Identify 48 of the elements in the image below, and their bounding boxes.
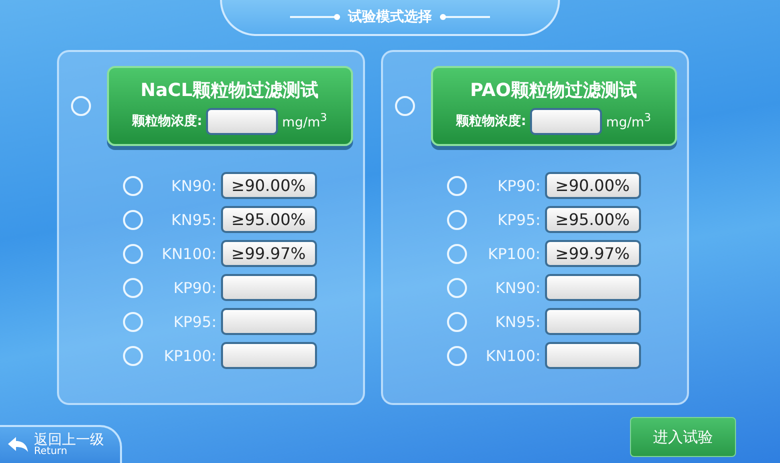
radio-button[interactable] [122, 176, 142, 196]
radio-button[interactable] [446, 312, 466, 332]
standard-label: KN100: [484, 346, 542, 364]
standard-label: KN90: [494, 278, 542, 296]
radio-button[interactable] [446, 278, 466, 298]
radio-button[interactable] [122, 278, 142, 298]
threshold-field[interactable] [220, 308, 316, 335]
standard-label: KP100: [162, 346, 218, 364]
radio-button[interactable] [122, 244, 142, 264]
radio-button[interactable] [122, 210, 142, 230]
radio-button[interactable] [70, 96, 90, 116]
threshold-field[interactable] [544, 308, 640, 335]
standard-label: KP100: [486, 244, 542, 262]
back-arrow-icon [8, 437, 28, 453]
radio-button[interactable] [122, 312, 142, 332]
radio-button[interactable] [446, 346, 466, 366]
radio-button[interactable] [394, 96, 414, 116]
standard-label: KN95: [494, 312, 542, 330]
standard-label: KN95: [170, 210, 218, 228]
threshold-field[interactable] [544, 342, 640, 369]
threshold-field[interactable]: ≥95.00% [544, 206, 640, 233]
threshold-field[interactable] [544, 274, 640, 301]
threshold-field[interactable]: ≥95.00% [220, 206, 316, 233]
standard-label: KN100: [160, 244, 218, 262]
test-title: PAO颗粒物过滤测试 [470, 78, 637, 102]
concentration-label: 颗粒物浓度: [132, 112, 202, 130]
radio-button[interactable] [446, 210, 466, 230]
unit-label: mg/m$^{3}$ [606, 111, 652, 131]
concentration-field[interactable] [206, 108, 278, 134]
standard-label: KP90: [172, 278, 218, 296]
radio-button[interactable] [446, 244, 466, 264]
threshold-field[interactable]: ≥99.97% [544, 240, 640, 267]
concentration-label: 颗粒物浓度: [456, 112, 526, 130]
threshold-field[interactable] [220, 274, 316, 301]
standard-label: KN90: [170, 176, 218, 194]
standard-label: KP95: [172, 312, 218, 330]
threshold-field[interactable] [220, 342, 316, 369]
radio-button[interactable] [122, 346, 142, 366]
test-title: NaCL颗粒物过滤测试 [140, 78, 318, 102]
standard-label: KP95: [496, 210, 542, 228]
radio-button[interactable] [446, 176, 466, 196]
threshold-field[interactable]: ≥99.97% [220, 240, 316, 267]
screen-title: 试验模式选择 [348, 8, 432, 26]
threshold-field[interactable]: ≥90.00% [544, 172, 640, 199]
threshold-field[interactable]: ≥90.00% [220, 172, 316, 199]
concentration-field[interactable] [530, 108, 602, 134]
standard-label: KP90: [496, 176, 542, 194]
unit-label: mg/m$^{3}$ [282, 111, 328, 131]
